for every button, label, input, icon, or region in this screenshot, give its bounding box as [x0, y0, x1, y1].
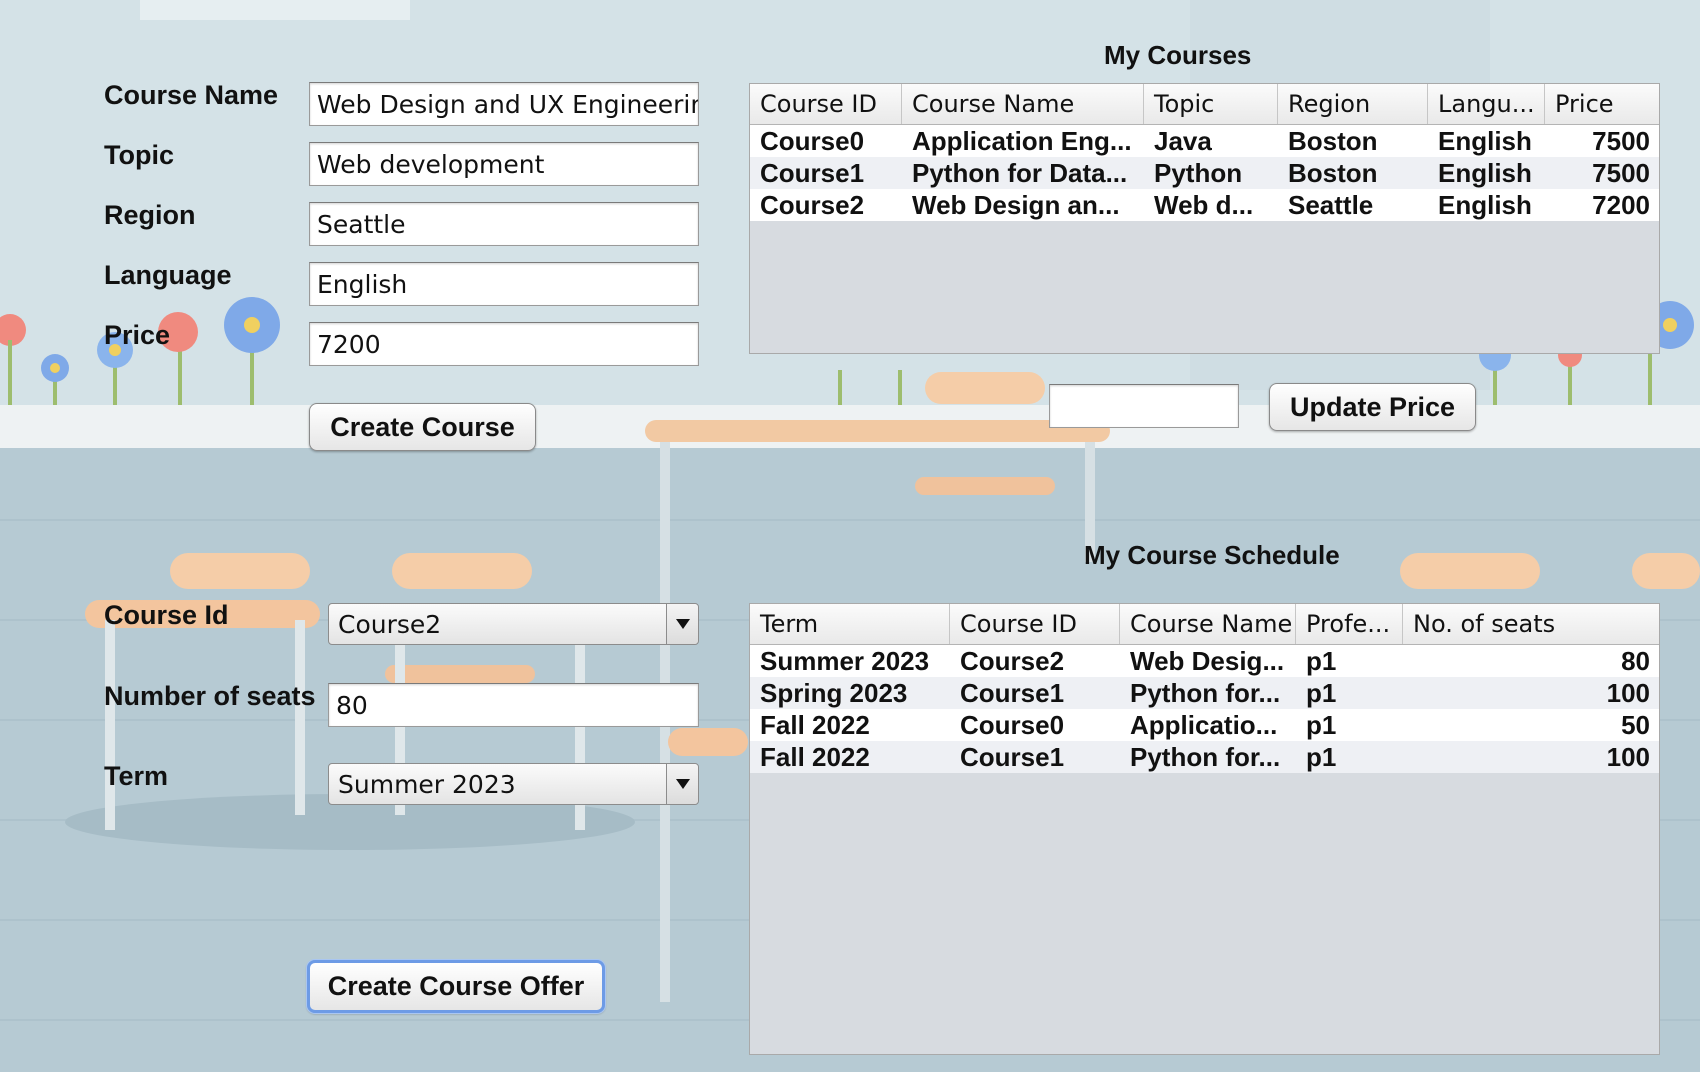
- update-price-field[interactable]: [1049, 384, 1239, 428]
- col-course-id[interactable]: Course ID: [750, 84, 902, 124]
- cell-language: English: [1438, 189, 1532, 220]
- create-course-button[interactable]: Create Course: [309, 403, 536, 451]
- term-label: Term: [104, 761, 169, 791]
- cell-seats: 80: [1621, 645, 1650, 676]
- course-schedule-header: Term Course ID Course Name Profe... No. …: [750, 604, 1659, 645]
- course-name-label: Course Name: [104, 80, 279, 110]
- cell-course-name: Python for...: [1130, 677, 1281, 708]
- cell-professor: p1: [1306, 741, 1337, 772]
- table-row[interactable]: Fall 2022 Course1 Python for... p1 100: [750, 741, 1659, 773]
- cell-course-name: Applicatio...: [1130, 709, 1278, 740]
- cell-region: Boston: [1288, 157, 1378, 188]
- col-region[interactable]: Region: [1278, 84, 1428, 124]
- chevron-down-icon[interactable]: [666, 764, 698, 804]
- price-label: Price: [104, 320, 171, 350]
- topic-label: Topic: [104, 140, 174, 170]
- table-row[interactable]: Summer 2023 Course2 Web Desig... p1 80: [750, 645, 1659, 677]
- my-courses-body: Course0 Application Eng... Java Boston E…: [750, 125, 1659, 221]
- region-label: Region: [104, 200, 196, 230]
- cell-topic: Web d...: [1154, 189, 1254, 220]
- col-price[interactable]: Price: [1545, 84, 1659, 124]
- col-course-name[interactable]: Course Name: [1120, 604, 1296, 644]
- cell-region: Boston: [1288, 125, 1378, 156]
- col-course-id[interactable]: Course ID: [950, 604, 1120, 644]
- cell-course-id: Course0: [760, 125, 865, 156]
- cell-topic: Java: [1154, 125, 1212, 156]
- course-name-field[interactable]: Web Design and UX Engineering: [309, 82, 699, 126]
- col-language[interactable]: Langu...: [1428, 84, 1545, 124]
- topic-field[interactable]: Web development: [309, 142, 699, 186]
- my-courses-title: My Courses: [1104, 40, 1252, 70]
- cell-term: Spring 2023: [760, 677, 908, 708]
- course-id-label: Course Id: [104, 600, 229, 630]
- cell-language: English: [1438, 125, 1532, 156]
- cell-price: 7500: [1592, 157, 1650, 188]
- table-row[interactable]: Spring 2023 Course1 Python for... p1 100: [750, 677, 1659, 709]
- create-course-offer-button[interactable]: Create Course Offer: [307, 960, 605, 1013]
- table-row[interactable]: Fall 2022 Course0 Applicatio... p1 50: [750, 709, 1659, 741]
- term-selected: Summer 2023: [338, 769, 516, 799]
- cell-seats: 100: [1606, 677, 1650, 708]
- table-row[interactable]: Course0 Application Eng... Java Boston E…: [750, 125, 1659, 157]
- cell-course-name: Application Eng...: [912, 125, 1132, 156]
- cell-price: 7500: [1592, 125, 1650, 156]
- cell-topic: Python: [1154, 157, 1243, 188]
- cell-course-id: Course1: [760, 157, 865, 188]
- cell-price: 7200: [1592, 189, 1650, 220]
- cell-course-name: Python for...: [1130, 741, 1281, 772]
- cell-course-name: Web Desig...: [1130, 645, 1285, 676]
- cell-course-name: Web Design an...: [912, 189, 1120, 220]
- number-of-seats-field[interactable]: 80: [328, 683, 699, 727]
- cell-professor: p1: [1306, 645, 1337, 676]
- chevron-down-icon[interactable]: [666, 604, 698, 644]
- cell-language: English: [1438, 157, 1532, 188]
- my-course-schedule-title: My Course Schedule: [1084, 540, 1340, 570]
- col-topic[interactable]: Topic: [1144, 84, 1278, 124]
- number-of-seats-label: Number of seats: [104, 681, 316, 711]
- col-seats[interactable]: No. of seats: [1403, 604, 1659, 644]
- cell-course-name: Python for Data...: [912, 157, 1128, 188]
- cell-term: Fall 2022: [760, 741, 870, 772]
- col-course-name[interactable]: Course Name: [902, 84, 1144, 124]
- price-field[interactable]: 7200: [309, 322, 699, 366]
- cell-term: Fall 2022: [760, 709, 870, 740]
- cell-course-id: Course1: [960, 677, 1065, 708]
- col-term[interactable]: Term: [750, 604, 950, 644]
- cell-seats: 50: [1621, 709, 1650, 740]
- course-schedule-table[interactable]: Term Course ID Course Name Profe... No. …: [749, 603, 1660, 1055]
- my-courses-header: Course ID Course Name Topic Region Langu…: [750, 84, 1659, 125]
- region-field[interactable]: Seattle: [309, 202, 699, 246]
- cell-course-id: Course2: [960, 645, 1065, 676]
- cell-course-id: Course0: [960, 709, 1065, 740]
- course-schedule-body: Summer 2023 Course2 Web Desig... p1 80 S…: [750, 645, 1659, 773]
- table-row[interactable]: Course1 Python for Data... Python Boston…: [750, 157, 1659, 189]
- language-label: Language: [104, 260, 232, 290]
- course-id-selected: Course2: [338, 609, 442, 639]
- term-dropdown[interactable]: Summer 2023: [328, 763, 699, 805]
- my-courses-table[interactable]: Course ID Course Name Topic Region Langu…: [749, 83, 1660, 354]
- cell-professor: p1: [1306, 709, 1337, 740]
- update-price-button[interactable]: Update Price: [1269, 383, 1476, 431]
- table-row[interactable]: Course2 Web Design an... Web d... Seattl…: [750, 189, 1659, 221]
- cell-term: Summer 2023: [760, 645, 930, 676]
- language-field[interactable]: English: [309, 262, 699, 306]
- course-id-dropdown[interactable]: Course2: [328, 603, 699, 645]
- col-professor[interactable]: Profe...: [1296, 604, 1403, 644]
- cell-seats: 100: [1606, 741, 1650, 772]
- cell-course-id: Course1: [960, 741, 1065, 772]
- cell-region: Seattle: [1288, 189, 1374, 220]
- cell-professor: p1: [1306, 677, 1337, 708]
- cell-course-id: Course2: [760, 189, 865, 220]
